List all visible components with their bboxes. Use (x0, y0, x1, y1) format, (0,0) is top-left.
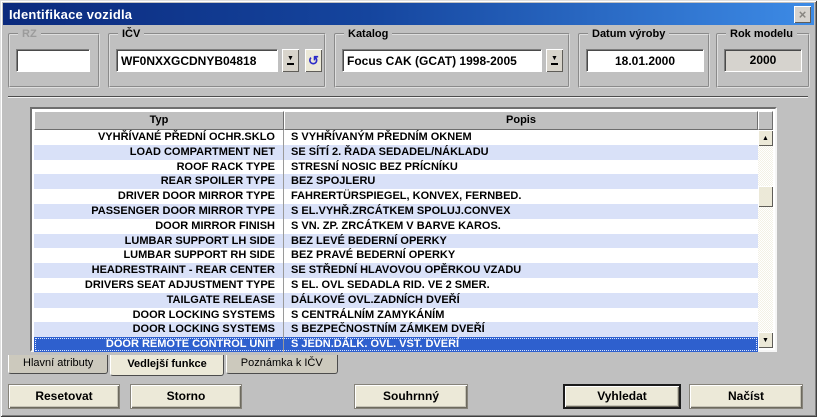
datum-vyroby-label: Datum výroby (588, 27, 669, 41)
table-row[interactable]: DRIVERS SEAT ADJUSTMENT TYPES EL. OVL SE… (34, 278, 758, 293)
table-row[interactable]: REAR SPOILER TYPEBEZ SPOJLERU (34, 174, 758, 189)
table-row[interactable]: DOOR LOCKING SYSTEMSS CENTRÁLNÍM ZAMYKÁN… (34, 308, 758, 323)
cell-popis: FAHRERTÜRSPIEGEL, KONVEX, FERNBED. (284, 189, 758, 204)
table-row[interactable]: ROOF RACK TYPESTRESNÍ NOSIC BEZ PRÍCNÍKU (34, 160, 758, 175)
vyhledat-button[interactable]: Vyhledat (563, 384, 681, 409)
nacist-button[interactable]: Načíst (689, 384, 803, 409)
cell-popis: S CENTRÁLNÍM ZAMYKÁNÍM (284, 308, 758, 323)
rz-input[interactable] (16, 49, 90, 72)
scroll-down-button[interactable]: ▼ (758, 332, 773, 348)
results-table: Typ Popis VYHŘÍVANÉ PŘEDNÍ OCHR.SKLOS VY… (30, 107, 777, 352)
column-header-typ[interactable]: Typ (34, 111, 284, 130)
title-bar[interactable]: Identifikace vozidla × (3, 3, 814, 25)
cell-typ: PASSENGER DOOR MIRROR TYPE (34, 204, 284, 219)
tab-poznamka-k-icv[interactable]: Poznámka k IČV (226, 355, 338, 374)
cell-popis: SE SÍTÍ 2. ŘADA SEDADEL/NÁKLADU (284, 145, 758, 160)
table-row[interactable]: VYHŘÍVANÉ PŘEDNÍ OCHR.SKLOS VYHŘÍVANÝM P… (34, 130, 758, 145)
rok-modelu-value: 2000 (724, 49, 802, 72)
vertical-scrollbar[interactable]: ▲ ▼ (758, 130, 773, 348)
cell-typ: DOOR MIRROR FINISH (34, 219, 284, 234)
table-row[interactable]: LOAD COMPARTMENT NETSE SÍTÍ 2. ŘADA SEDA… (34, 145, 758, 160)
cell-popis: S EL.VYHŘ.ZRCÁTKEM SPOLUJ.CONVEX (284, 204, 758, 219)
icv-label: IČV (118, 27, 144, 41)
cell-typ: TAILGATE RELEASE (34, 293, 284, 308)
table-header: Typ Popis (34, 111, 773, 130)
cell-popis: BEZ PRAVÉ BEDERNÍ OPERKY (284, 248, 758, 263)
cell-typ: DOOR LOCKING SYSTEMS (34, 322, 284, 337)
cell-popis: S VN. ZP. ZRCÁTKEM V BARVE KAROS. (284, 219, 758, 234)
cell-popis: BEZ LEVÉ BEDERNÍ OPERKY (284, 234, 758, 249)
cell-typ: ROOF RACK TYPE (34, 160, 284, 175)
cell-popis: BEZ SPOJLERU (284, 174, 758, 189)
icv-dropdown-button[interactable]: ▼ (282, 49, 299, 72)
storno-button[interactable]: Storno (130, 384, 242, 409)
table-row[interactable]: TAILGATE RELEASEDÁLKOVÉ OVL.ZADNÍCH DVEŘ… (34, 293, 758, 308)
cell-popis: SE STŘEDNÍ HLAVOVOU OPĚRKOU VZADU (284, 263, 758, 278)
scroll-up-button[interactable]: ▲ (758, 130, 773, 146)
souhrnny-button[interactable]: Souhrnný (354, 384, 468, 409)
datum-vyroby-input[interactable] (586, 49, 704, 72)
table-row[interactable]: PASSENGER DOOR MIRROR TYPES EL.VYHŘ.ZRCÁ… (34, 204, 758, 219)
table-row[interactable]: HEADRESTRAINT - REAR CENTERSE STŘEDNÍ HL… (34, 263, 758, 278)
group-rok-modelu: Rok modelu 2000 (716, 33, 810, 88)
arrow-up-icon: ▲ (762, 135, 769, 142)
group-rz: RZ (8, 33, 100, 88)
table-row[interactable]: DOOR REMOTE CONTROL UNITS JEDN.DÁLK. OVL… (34, 337, 758, 352)
window-title: Identifikace vozidla (3, 7, 132, 22)
table-row[interactable]: LUMBAR SUPPORT RH SIDEBEZ PRAVÉ BEDERNÍ … (34, 248, 758, 263)
chevron-down-icon: ▼ (551, 56, 558, 65)
tab-vedlejsi-funkce[interactable]: Vedlejší funkce (110, 355, 223, 376)
column-header-stub (758, 111, 773, 130)
group-icv: IČV ▼ ↺ (108, 33, 326, 88)
cell-popis: S JEDN.DÁLK. OVL. VST. DVERÍ (284, 337, 758, 352)
katalog-label: Katalog (344, 27, 392, 41)
table-row[interactable]: DOOR MIRROR FINISHS VN. ZP. ZRCÁTKEM V B… (34, 219, 758, 234)
table-row[interactable]: DRIVER DOOR MIRROR TYPEFAHRERTÜRSPIEGEL,… (34, 189, 758, 204)
cell-typ: DRIVERS SEAT ADJUSTMENT TYPE (34, 278, 284, 293)
scrollbar-thumb[interactable] (758, 186, 773, 207)
group-datum-vyroby: Datum výroby (578, 33, 710, 88)
cell-typ: DOOR REMOTE CONTROL UNIT (34, 337, 284, 352)
close-icon: × (799, 8, 807, 21)
cell-typ: VYHŘÍVANÉ PŘEDNÍ OCHR.SKLO (34, 130, 284, 145)
arrow-down-icon: ▼ (762, 337, 769, 344)
rok-modelu-label: Rok modelu (726, 27, 797, 41)
table-row[interactable]: LUMBAR SUPPORT LH SIDEBEZ LEVÉ BEDERNÍ O… (34, 234, 758, 249)
cell-typ: LUMBAR SUPPORT RH SIDE (34, 248, 284, 263)
dialog-identifikace-vozidla: Identifikace vozidla × RZ IČV ▼ ↺ Katalo… (0, 0, 817, 417)
column-header-popis[interactable]: Popis (284, 111, 758, 130)
icv-input[interactable] (116, 49, 278, 72)
cell-typ: DOOR LOCKING SYSTEMS (34, 308, 284, 323)
icv-history-button[interactable]: ↺ (305, 49, 322, 72)
cell-popis: S BEZPEČNOSTNÍM ZÁMKEM DVEŘÍ (284, 322, 758, 337)
table-body: VYHŘÍVANÉ PŘEDNÍ OCHR.SKLOS VYHŘÍVANÝM P… (34, 130, 758, 348)
rz-label: RZ (18, 27, 41, 41)
tab-hlavni-atributy[interactable]: Hlavní atributy (8, 355, 108, 374)
cell-popis: S EL. OVL SEDADLA RID. VE 2 SMER. (284, 278, 758, 293)
table-row[interactable]: DOOR LOCKING SYSTEMSS BEZPEČNOSTNÍM ZÁMK… (34, 322, 758, 337)
cell-popis: DÁLKOVÉ OVL.ZADNÍCH DVEŘÍ (284, 293, 758, 308)
cell-typ: LOAD COMPARTMENT NET (34, 145, 284, 160)
group-katalog: Katalog ▼ (334, 33, 570, 88)
resetovat-button[interactable]: Resetovat (8, 384, 120, 409)
tab-strip: Hlavní atributy Vedlejší funkce Poznámka… (8, 355, 340, 377)
cell-typ: DRIVER DOOR MIRROR TYPE (34, 189, 284, 204)
cell-popis: S VYHŘÍVANÝM PŘEDNÍM OKNEM (284, 130, 758, 145)
katalog-input[interactable] (342, 49, 542, 72)
katalog-dropdown-button[interactable]: ▼ (546, 49, 563, 72)
horizontal-divider (8, 96, 808, 98)
close-button[interactable]: × (794, 6, 811, 23)
history-icon: ↺ (308, 54, 319, 67)
cell-typ: REAR SPOILER TYPE (34, 174, 284, 189)
cell-typ: HEADRESTRAINT - REAR CENTER (34, 263, 284, 278)
chevron-down-icon: ▼ (287, 56, 294, 65)
cell-popis: STRESNÍ NOSIC BEZ PRÍCNÍKU (284, 160, 758, 175)
cell-typ: LUMBAR SUPPORT LH SIDE (34, 234, 284, 249)
